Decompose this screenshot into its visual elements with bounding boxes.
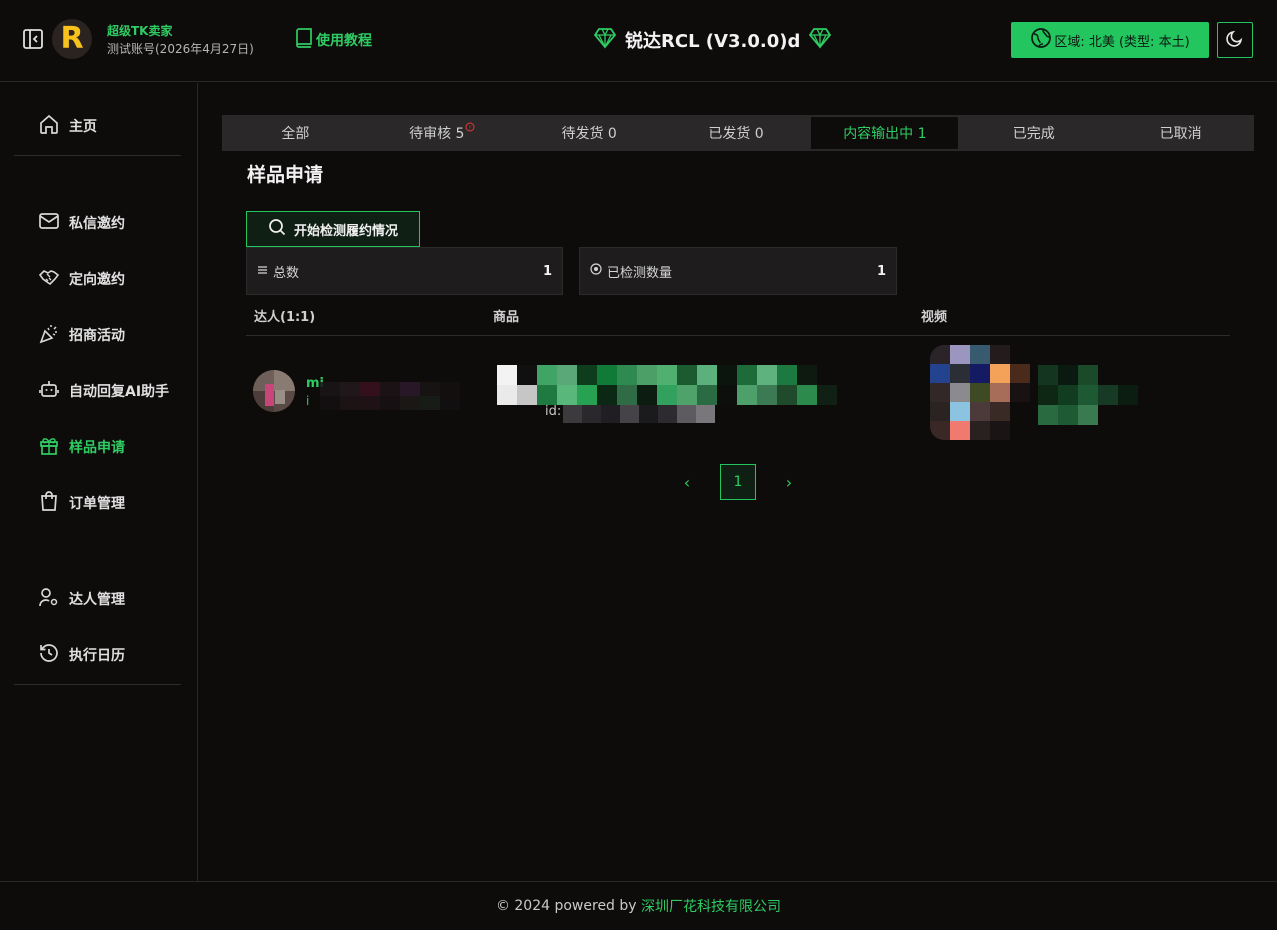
pagination-next-button[interactable]: › (781, 473, 797, 492)
footer-copyright: © 2024 powered by (495, 898, 642, 914)
stat-value: 1 (876, 263, 886, 279)
tutorial-link[interactable]: 使用教程 (295, 28, 372, 52)
svg-text:!: ! (469, 124, 471, 131)
tab-label: 内容输出中 1 (843, 126, 927, 142)
column-header-product: 商品 (493, 310, 520, 325)
sidebar: 主页 私信邀约 定向邀约 招商活动 自动回复AI助手 样品申请 订单管理 达人管… (0, 83, 198, 881)
sidebar-divider (14, 684, 181, 685)
sidebar-item-targeted-invite[interactable]: 定向邀约 (38, 267, 125, 291)
mail-icon (38, 210, 60, 236)
tab-awaiting-shipment[interactable]: 待发货 0 (516, 117, 663, 149)
logo-letter: R (60, 21, 84, 56)
tab-label: 待审核 5 (409, 126, 465, 142)
tab-label: 已完成 (1012, 126, 1055, 142)
tab-label: 全部 (281, 126, 310, 142)
creator-avatar[interactable] (253, 370, 295, 412)
footer-company-link[interactable]: 深圳厂花科技有限公司 (641, 896, 781, 916)
sidebar-item-creators[interactable]: 达人管理 (38, 587, 125, 611)
theme-toggle-button[interactable] (1217, 22, 1253, 58)
bot-icon (38, 378, 60, 404)
search-icon (268, 218, 286, 240)
start-check-label: 开始检测履约情况 (293, 223, 398, 239)
tutorial-label: 使用教程 (316, 33, 372, 49)
sidebar-item-calendar[interactable]: 执行日历 (38, 643, 125, 667)
alert-badge-icon: ! (465, 122, 475, 135)
stat-label: 已检测数量 (607, 265, 673, 281)
user-cog-icon (38, 586, 60, 612)
handshake-icon (38, 266, 60, 292)
book-icon (295, 28, 313, 52)
stat-label: 总数 (273, 265, 300, 281)
video-thumbnail-redacted[interactable] (930, 345, 1030, 440)
sidebar-item-campaigns[interactable]: 招商活动 (38, 323, 125, 347)
home-icon (38, 113, 60, 139)
start-check-button[interactable]: 开始检测履约情况 (246, 211, 420, 247)
stat-value: 1 (542, 263, 552, 279)
stat-checked: 已检测数量 1 (579, 247, 897, 295)
stat-total: 总数 1 (246, 247, 563, 295)
circle-dot-icon (590, 263, 602, 279)
tab-cancelled[interactable]: 已取消 (1107, 117, 1254, 149)
tab-label: 待发货 0 (561, 126, 617, 142)
sidebar-item-samples[interactable]: 样品申请 (38, 435, 125, 459)
status-tabs: 全部 待审核 5 ! 待发货 0 已发货 0 内容输出中 1 已完成 已取消 (222, 115, 1254, 151)
sidebar-collapse-icon[interactable] (22, 28, 44, 50)
history-icon (38, 642, 60, 668)
tab-completed[interactable]: 已完成 (960, 117, 1107, 149)
moon-icon (1226, 29, 1244, 51)
tab-content-output[interactable]: 内容输出中 1 (811, 117, 959, 149)
sidebar-item-label: 自动回复AI助手 (69, 384, 170, 400)
video-title-redacted (1038, 365, 1138, 425)
party-popper-icon (38, 322, 60, 348)
pagination-page-button[interactable]: 1 (720, 464, 756, 500)
column-header-creator: 达人(1:1) (254, 310, 316, 325)
app-title-text: 锐达RCL (V3.0.0)d (625, 31, 801, 52)
sidebar-divider (14, 155, 181, 156)
product-image-redacted (497, 365, 857, 405)
pagination-prev-button[interactable]: ‹ (679, 473, 695, 492)
shopping-bag-icon (38, 490, 60, 516)
sidebar-item-ai-assistant[interactable]: 自动回复AI助手 (38, 379, 169, 403)
tab-all[interactable]: 全部 (222, 117, 369, 149)
sidebar-item-label: 私信邀约 (69, 216, 125, 232)
sidebar-item-label: 执行日历 (69, 648, 125, 664)
product-id: id: (545, 404, 562, 419)
account-name: 超级TK卖家 (107, 24, 173, 38)
page-title: 样品申请 (247, 164, 324, 186)
header: R 超级TK卖家 测试账号(2026年4月27日) 使用教程 锐达RCL (V3… (0, 0, 1277, 82)
sidebar-item-home[interactable]: 主页 (38, 114, 97, 138)
product-id-redacted (563, 405, 715, 423)
sidebar-item-label: 招商活动 (69, 328, 125, 344)
sidebar-item-label: 定向邀约 (69, 272, 125, 288)
column-header-video: 视频 (921, 310, 948, 325)
sidebar-item-label: 达人管理 (69, 592, 125, 608)
sidebar-item-label: 样品申请 (69, 440, 125, 456)
account-subtitle: 测试账号(2026年4月27日) (107, 42, 254, 56)
gem-icon (593, 27, 617, 54)
app-title: 锐达RCL (V3.0.0)d (593, 26, 832, 54)
gem-icon (808, 27, 832, 54)
tab-label: 已取消 (1159, 126, 1202, 142)
region-button[interactable]: 区域: 北美 (类型: 本土) (1011, 22, 1209, 58)
tab-pending-review[interactable]: 待审核 5 ! (369, 117, 516, 149)
sidebar-item-label: 订单管理 (69, 496, 125, 512)
footer: © 2024 powered by 深圳厂花科技有限公司 (0, 881, 1277, 930)
table-divider (246, 335, 1230, 336)
region-label: 区域: 北美 (类型: 本土) (1054, 34, 1190, 50)
sidebar-item-orders[interactable]: 订单管理 (38, 491, 125, 515)
tab-shipped[interactable]: 已发货 0 (663, 117, 810, 149)
tab-label: 已发货 0 (708, 126, 764, 142)
creator-name-redacted (320, 382, 460, 410)
app-logo: R (52, 19, 92, 59)
sidebar-item-dm-invite[interactable]: 私信邀约 (38, 211, 125, 235)
sidebar-item-label: 主页 (69, 119, 97, 135)
list-icon (257, 264, 268, 279)
globe-icon (1030, 27, 1052, 53)
gift-icon (38, 434, 60, 460)
creator-id: i (306, 394, 310, 408)
